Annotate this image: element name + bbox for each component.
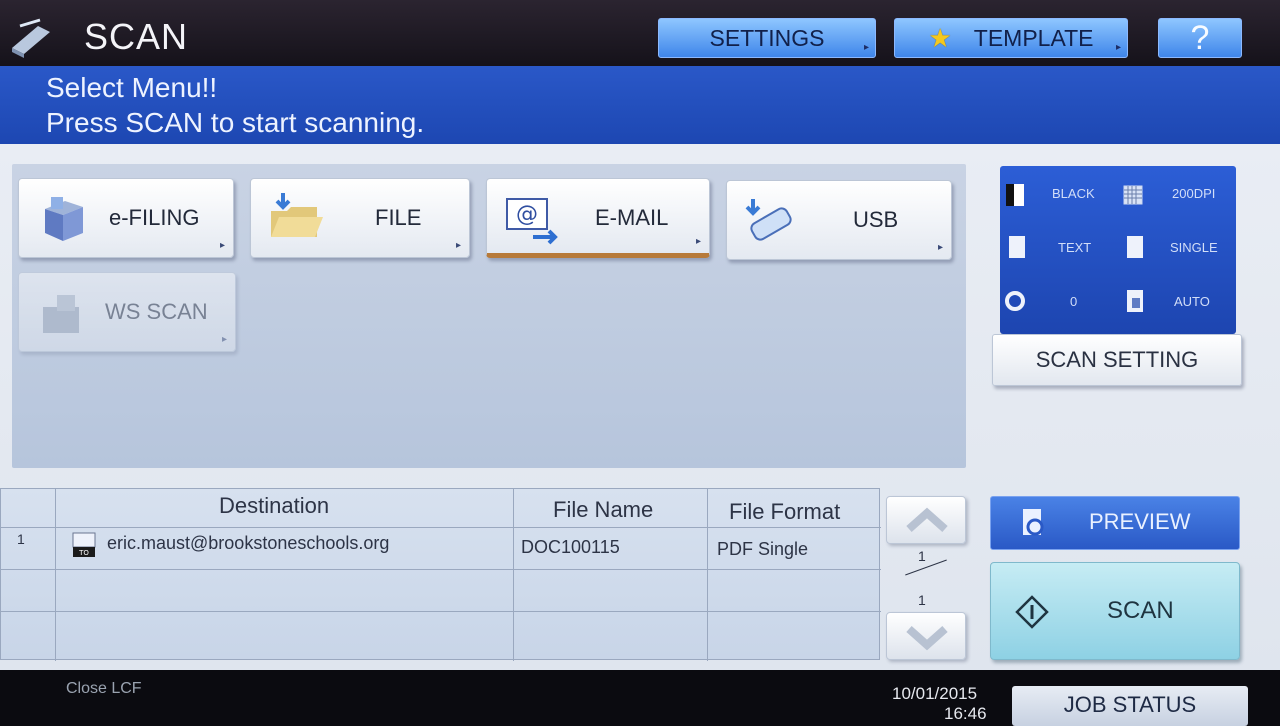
scan-label: SCAN — [1107, 597, 1174, 624]
auto-size-icon — [1127, 290, 1143, 312]
scan-setting-label: SCAN SETTING — [1035, 347, 1199, 372]
corner-arrow-icon: ▸ — [695, 236, 701, 247]
job-status-button[interactable]: JOB STATUS — [1012, 686, 1248, 726]
destination-table: Destination File Name File Format 1 TO e… — [0, 488, 881, 661]
destination-address: eric.maust@brookstoneschools.org — [107, 533, 390, 553]
svg-text:@: @ — [516, 202, 538, 227]
close-lcf-status: Close LCF — [66, 680, 142, 697]
corner-arrow-icon: ▸ — [221, 334, 227, 345]
usb-label: USB — [853, 207, 899, 232]
file-name-value: DOC100115 — [521, 537, 620, 557]
resolution-icon — [1123, 185, 1143, 205]
corner-arrow-icon: ▸ — [937, 242, 943, 253]
row-number: 1 — [17, 531, 25, 547]
resolution-value: 200DPI — [1172, 186, 1216, 201]
corner-arrow-icon: ▸ — [219, 240, 225, 251]
rotation-icon — [1005, 291, 1025, 311]
star-icon: ★ — [928, 22, 952, 53]
column-header-destination: Destination — [219, 493, 330, 518]
usb-stick-icon — [745, 199, 792, 241]
ws-scan-icon — [43, 295, 79, 333]
page-total: 1 — [918, 592, 926, 608]
address-book-icon: TO — [72, 532, 96, 557]
folder-icon — [271, 193, 323, 237]
text-mode-icon — [1009, 236, 1025, 258]
message-line-1: Select Menu!! — [46, 72, 218, 103]
file-label: FILE — [375, 205, 422, 230]
preview-icon — [1023, 509, 1044, 536]
message-line-2: Press SCAN to start scanning. — [46, 107, 425, 138]
template-button[interactable]: ★ TEMPLATE ▸ — [894, 18, 1128, 58]
black-mode-icon — [1006, 184, 1024, 206]
scan-status-panel: BLACK 200DPI TEXT SINGLE 0 AUTO — [1000, 166, 1236, 334]
rotation-value: 0 — [1070, 294, 1078, 309]
corner-arrow-icon: ▸ — [863, 42, 869, 53]
corner-arrow-icon: ▸ — [455, 240, 461, 251]
efiling-label: e-FILING — [109, 205, 200, 230]
page-up-button[interactable] — [886, 496, 966, 544]
size-value: AUTO — [1174, 294, 1210, 309]
page-current: 1 — [918, 548, 926, 564]
svg-text:TO: TO — [78, 549, 89, 557]
ws-scan-label: WS SCAN — [105, 299, 208, 324]
color-mode-value: BLACK — [1052, 186, 1095, 201]
date-display: 10/01/2015 — [892, 684, 978, 703]
original-mode-value: TEXT — [1058, 240, 1092, 255]
single-side-icon — [1127, 236, 1143, 258]
sides-value: SINGLE — [1170, 240, 1218, 255]
column-header-file-name: File Name — [553, 497, 654, 522]
efiling-box-icon — [45, 197, 83, 241]
chevron-up-icon — [906, 507, 948, 532]
file-format-value: PDF Single — [717, 539, 809, 559]
help-label: ? — [1190, 18, 1210, 57]
scanner-icon — [12, 18, 50, 58]
scan-setting-button[interactable]: SCAN SETTING — [992, 334, 1242, 386]
start-diamond-icon — [1015, 595, 1049, 629]
chevron-down-icon — [906, 626, 948, 651]
efiling-button[interactable]: e-FILING ▸ — [18, 178, 234, 258]
ws-scan-button[interactable]: WS SCAN ▸ — [18, 272, 236, 352]
preview-button[interactable]: PREVIEW — [990, 496, 1240, 550]
usb-button[interactable]: USB ▸ — [726, 180, 952, 260]
column-header-file-format: File Format — [729, 499, 841, 524]
preview-label: PREVIEW — [1089, 509, 1191, 534]
settings-label: SETTINGS — [709, 24, 825, 51]
email-button[interactable]: @ E-MAIL ▸ — [486, 178, 710, 258]
job-status-label: JOB STATUS — [1063, 692, 1197, 717]
settings-button[interactable]: SETTINGS ▸ — [658, 18, 876, 58]
email-label: E-MAIL — [595, 205, 669, 230]
email-at-icon: @ — [506, 198, 558, 245]
template-label: TEMPLATE — [973, 24, 1094, 51]
help-button[interactable]: ? — [1158, 18, 1242, 58]
time-display: 16:46 — [944, 704, 987, 723]
scan-button[interactable]: SCAN — [990, 562, 1240, 660]
app-title: SCAN — [84, 16, 189, 57]
corner-arrow-icon: ▸ — [1115, 42, 1121, 53]
page-down-button[interactable] — [886, 612, 966, 660]
file-button[interactable]: FILE ▸ — [250, 178, 470, 258]
